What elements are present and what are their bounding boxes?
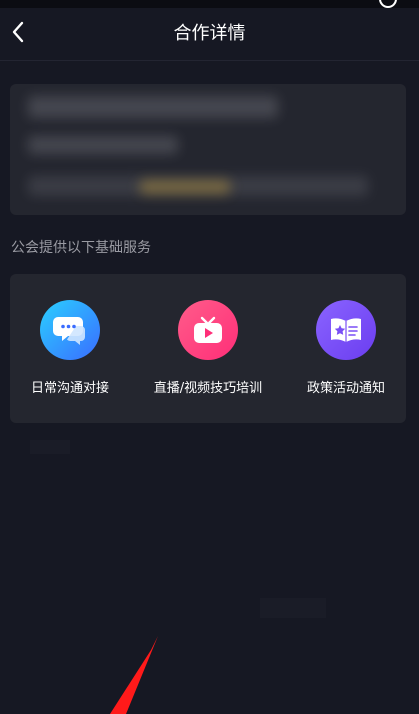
red-annotation-arrow [110, 636, 158, 714]
